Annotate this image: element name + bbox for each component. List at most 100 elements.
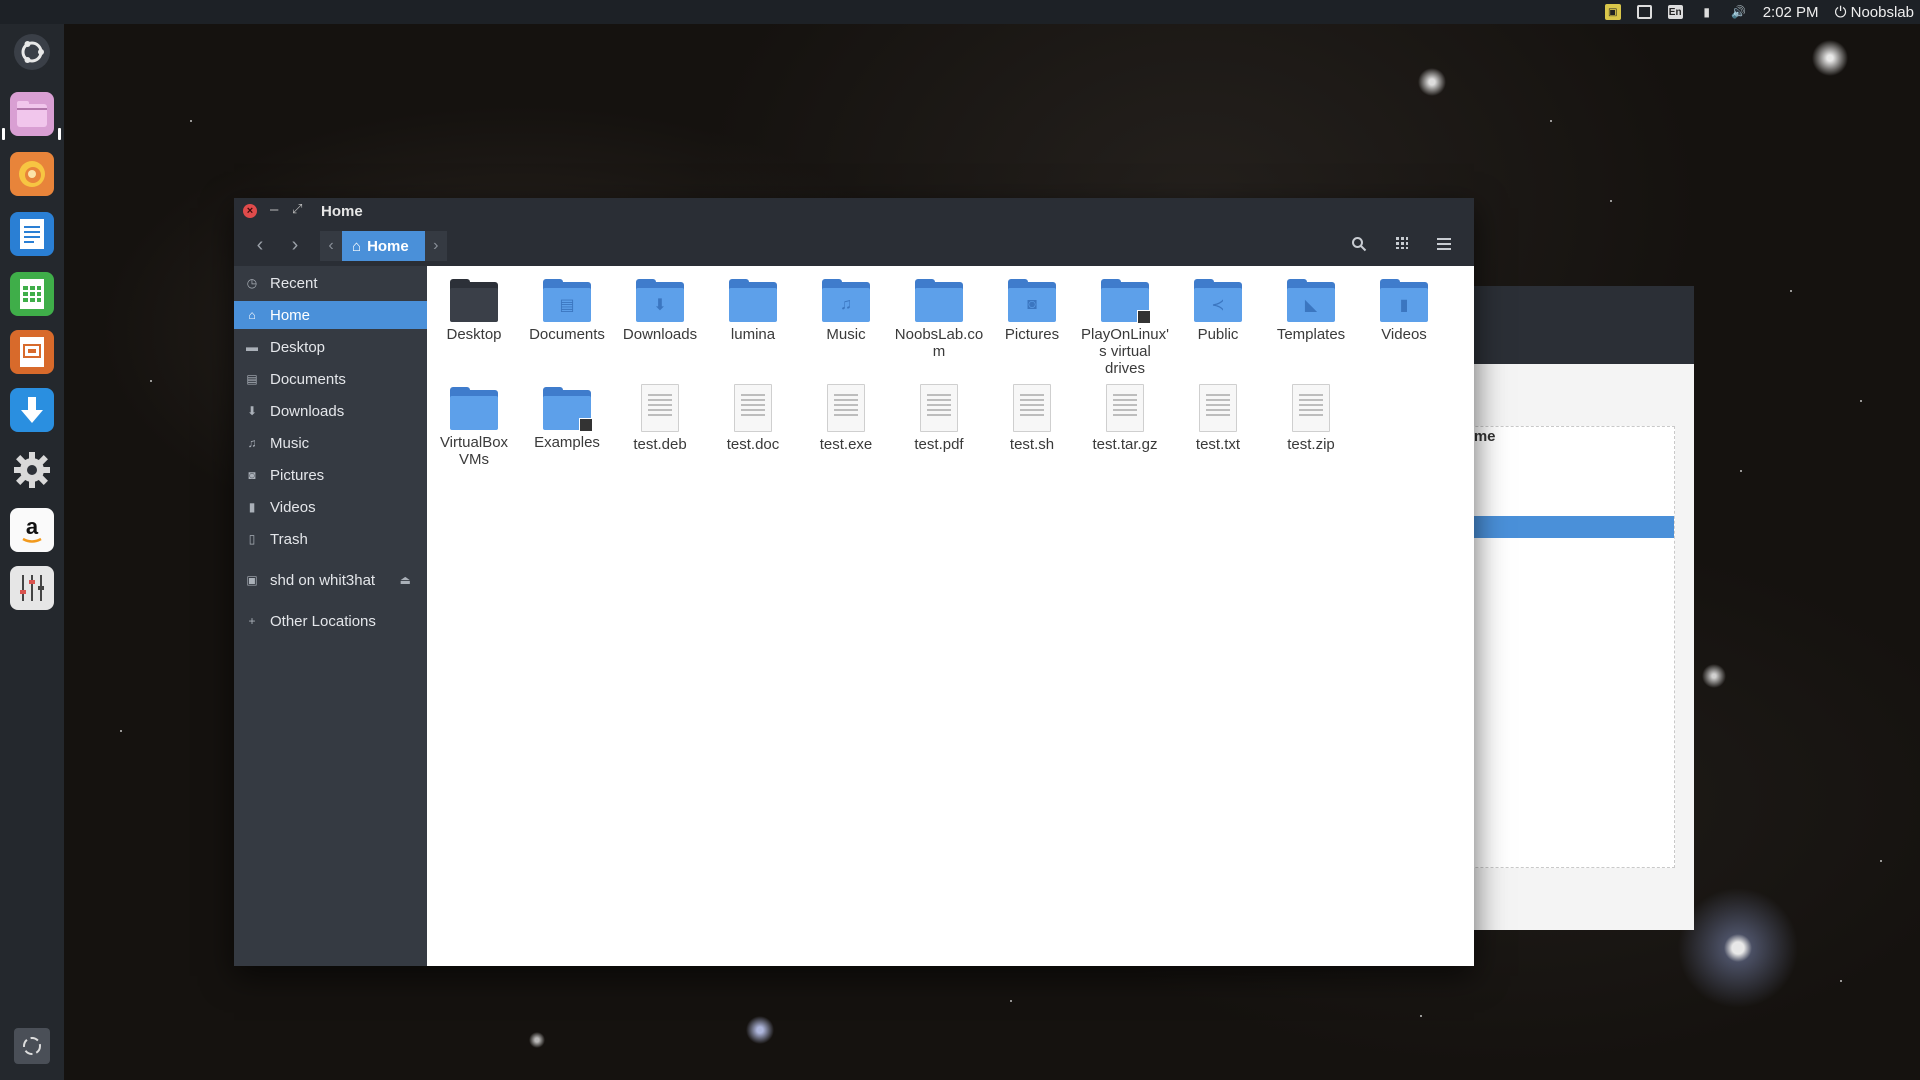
- svg-text:a: a: [26, 514, 39, 539]
- folder-icon: ◙: [1008, 279, 1056, 322]
- desktop-icon: ▬: [246, 340, 258, 354]
- document-file-icon: [920, 384, 958, 432]
- document-file-icon: [641, 384, 679, 432]
- folder-icon: ◣: [1287, 279, 1335, 322]
- maximize-button[interactable]: ⤢: [292, 201, 302, 217]
- sidebar-item-music[interactable]: ♫ Music: [234, 429, 427, 457]
- file-item[interactable]: test.zip: [1265, 384, 1357, 453]
- file-item-label: Templates: [1276, 326, 1346, 343]
- file-item[interactable]: ◣ Templates: [1265, 276, 1357, 343]
- file-item-label: Downloads: [622, 326, 698, 343]
- settings-icon[interactable]: [10, 448, 54, 492]
- writer-icon[interactable]: [10, 212, 54, 256]
- music-icon: ♫: [247, 436, 257, 450]
- sidebar-item-documents[interactable]: ▤ Documents: [234, 365, 427, 393]
- file-item[interactable]: PlayOnLinux's virtual drives: [1079, 276, 1171, 377]
- trash-icon[interactable]: [14, 1028, 50, 1064]
- file-item-label: Desktop: [446, 326, 502, 343]
- sidebar-item-other-locations[interactable]: + Other Locations: [234, 607, 427, 635]
- running-indicator-left: [2, 128, 5, 140]
- file-item[interactable]: test.deb: [614, 384, 706, 453]
- session-menu[interactable]: ⏻ Noobslab: [1835, 4, 1914, 21]
- forward-button[interactable]: ›: [283, 234, 307, 258]
- file-item[interactable]: ♫ Music: [800, 276, 892, 343]
- file-item[interactable]: ▤ Documents: [521, 276, 613, 343]
- file-item[interactable]: test.txt: [1172, 384, 1264, 453]
- breadcrumb-left-arrow[interactable]: ‹: [320, 231, 342, 261]
- file-item-label: Public: [1197, 326, 1239, 343]
- sidebar-item-label: Music: [270, 434, 310, 452]
- titlebar[interactable]: × – ⤢ Home: [234, 198, 1474, 226]
- file-item-label: test.txt: [1195, 436, 1241, 453]
- file-item[interactable]: Desktop: [428, 276, 520, 343]
- amazon-icon[interactable]: a: [10, 508, 54, 552]
- search-icon[interactable]: [1349, 236, 1369, 256]
- file-item[interactable]: test.exe: [800, 384, 892, 453]
- sidebar-item-videos[interactable]: ▮ Videos: [234, 493, 427, 521]
- folder-icon: [1101, 279, 1151, 324]
- camera-icon: ◙: [248, 468, 256, 482]
- file-item[interactable]: test.tar.gz: [1079, 384, 1171, 453]
- breadcrumb-home[interactable]: ⌂ Home: [342, 231, 425, 261]
- image-viewer-icon[interactable]: ▣: [1604, 4, 1621, 20]
- sidebar-item-label: Downloads: [270, 402, 345, 420]
- firefox-icon[interactable]: [10, 152, 54, 196]
- impress-icon[interactable]: [10, 330, 54, 374]
- file-item[interactable]: ⬇ Downloads: [614, 276, 706, 343]
- screen-icon[interactable]: [1636, 5, 1652, 19]
- sidebar-item-label: Videos: [270, 498, 316, 516]
- file-item[interactable]: VirtualBox VMs: [428, 384, 520, 468]
- file-item-label: lumina: [730, 326, 776, 343]
- file-item[interactable]: ◙ Pictures: [986, 276, 1078, 343]
- system-monitor-icon[interactable]: [10, 566, 54, 610]
- sidebar-item-desktop[interactable]: ▬ Desktop: [234, 333, 427, 361]
- sidebar-item-label: shd on whit3hat: [270, 571, 376, 589]
- file-grid[interactable]: Desktop ▤ Documents ⬇ Downloads lumina ♫ Music N…: [427, 266, 1474, 966]
- keyboard-layout-indicator[interactable]: En: [1667, 5, 1683, 19]
- file-item[interactable]: test.sh: [986, 384, 1078, 453]
- file-item-label: test.tar.gz: [1092, 436, 1158, 453]
- hamburger-menu-icon[interactable]: [1434, 236, 1454, 256]
- document-file-icon: [1292, 384, 1330, 432]
- plus-icon: +: [248, 614, 256, 628]
- sidebar-item-label: Desktop: [270, 338, 326, 356]
- file-item[interactable]: lumina: [707, 276, 799, 343]
- breadcrumb-right-arrow[interactable]: ›: [424, 231, 447, 261]
- file-item[interactable]: NoobsLab.com: [893, 276, 985, 360]
- sidebar-item-label: Home: [270, 306, 311, 324]
- sidebar-item-home[interactable]: ⌂ Home: [234, 301, 427, 329]
- file-item[interactable]: test.doc: [707, 384, 799, 453]
- folder-icon: [729, 279, 777, 322]
- minimize-button[interactable]: –: [270, 201, 278, 218]
- file-item[interactable]: ▮ Videos: [1358, 276, 1450, 343]
- back-button[interactable]: ‹: [248, 234, 272, 258]
- file-item[interactable]: test.pdf: [893, 384, 985, 453]
- close-button[interactable]: ×: [243, 204, 257, 218]
- calc-icon[interactable]: [10, 272, 54, 316]
- file-item-label: Pictures: [1004, 326, 1060, 343]
- file-item[interactable]: Examples: [521, 384, 613, 451]
- grid-view-icon[interactable]: [1392, 236, 1412, 256]
- sidebar-item-pictures[interactable]: ◙ Pictures: [234, 461, 427, 489]
- volume-icon[interactable]: 🔊: [1731, 4, 1747, 20]
- folder-icon: [543, 387, 593, 432]
- sidebar: ◷ Recent ⌂ Home ▬ Desktop ▤ Documents ⬇ …: [234, 266, 427, 966]
- downloader-icon[interactable]: [10, 388, 54, 432]
- network-drive-icon: ▣: [246, 573, 258, 587]
- sidebar-item-trash[interactable]: ▯ Trash: [234, 525, 427, 553]
- sidebar-item-downloads[interactable]: ⬇ Downloads: [234, 397, 427, 425]
- folder-icon: ♫: [822, 279, 870, 322]
- file-item-label: Videos: [1381, 326, 1427, 343]
- ubuntu-logo-icon[interactable]: [10, 30, 54, 74]
- folder-icon: [450, 387, 498, 430]
- file-item-label: test.pdf: [914, 436, 964, 453]
- sidebar-item-network-share[interactable]: ▣ shd on whit3hat ⏏: [234, 566, 427, 594]
- film-icon: ▮: [248, 500, 256, 514]
- eject-icon[interactable]: ⏏: [400, 573, 411, 587]
- clock[interactable]: 2:02 PM: [1763, 4, 1819, 21]
- files-icon[interactable]: [10, 92, 54, 136]
- file-item[interactable]: ≺ Public: [1172, 276, 1264, 343]
- sidebar-item-recent[interactable]: ◷ Recent: [234, 269, 427, 297]
- sidebar-item-label: Pictures: [270, 466, 325, 484]
- battery-icon[interactable]: ▮: [1699, 4, 1715, 20]
